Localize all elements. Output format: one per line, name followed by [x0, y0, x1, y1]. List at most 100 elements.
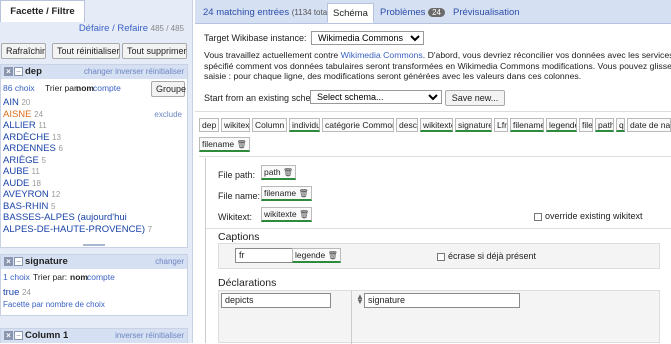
trash-icon[interactable]: 🗑	[237, 140, 247, 149]
choice-count: 5	[41, 155, 46, 165]
caption-language-input[interactable]: fr	[235, 248, 293, 263]
minimize-icon[interactable]: −	[14, 67, 23, 76]
sort-label: Trier par:	[33, 272, 68, 282]
wikibase-instance-select[interactable]: Wikimedia Commons	[311, 31, 424, 45]
caption-value-chip[interactable]: legende 🗑	[292, 248, 341, 263]
column-pill-lfr[interactable]: Lfr	[494, 118, 508, 132]
choice-name[interactable]: AIN	[3, 97, 19, 108]
choice-name[interactable]: true	[3, 287, 19, 298]
undo-redo-label[interactable]: Défaire / Refaire	[79, 23, 148, 34]
column-pill-wikitexte[interactable]: wikitexte	[420, 118, 453, 132]
wikimedia-commons-link[interactable]: Wikimedia Commons	[341, 50, 423, 60]
facet-choice[interactable]: ARDÈCHE 13	[1, 132, 187, 144]
tab-facet-filter[interactable]: Facette / Filtre	[0, 0, 85, 22]
reorder-handle-icon[interactable]: ▲ ▼	[356, 293, 364, 306]
facet-choice[interactable]: ARDENNES 6	[1, 143, 187, 155]
facet-choice[interactable]: AUDE 18	[1, 178, 187, 190]
choice-name[interactable]: ALPES-DE-HAUTE-PROVENCE)	[3, 224, 145, 235]
tab-matching-entries[interactable]: 24 matching entrées (1134 total)	[198, 3, 337, 23]
choice-name[interactable]: BASSES-ALPES (aujourd'hui	[3, 212, 127, 223]
invert-link[interactable]: inverser	[115, 67, 143, 76]
close-icon[interactable]: ×	[4, 331, 13, 340]
column-pill-column1[interactable]: Column 1	[252, 118, 287, 132]
override-wikitext-option[interactable]: override existing wikitext	[534, 211, 643, 221]
trash-icon[interactable]: 🗑	[283, 168, 293, 177]
column-pill-filename[interactable]: filename	[510, 118, 544, 132]
facet-column1-header: × − Column 1 inverser réinitialiser	[1, 329, 187, 343]
trash-icon[interactable]: 🗑	[299, 210, 309, 219]
choice-name[interactable]: BAS-RHIN	[3, 201, 48, 212]
reset-all-button[interactable]: Tout réinitialiser	[52, 43, 120, 59]
invert-link[interactable]: inverser	[115, 331, 143, 340]
minimize-icon[interactable]: −	[14, 257, 23, 266]
exclude-link[interactable]: exclude	[154, 110, 182, 119]
column-pill-path[interactable]: path	[595, 118, 614, 132]
tab-problems[interactable]: Problèmes 24	[375, 3, 450, 23]
minimize-icon[interactable]: −	[14, 331, 23, 340]
overwrite-checkbox[interactable]	[437, 252, 445, 261]
sort-by-name[interactable]: nom	[76, 83, 94, 93]
facet-choice[interactable]: AVEYRON 12	[1, 189, 187, 201]
sort-by-name[interactable]: nom	[70, 272, 88, 282]
facet-choice[interactable]: ALPES-DE-HAUTE-PROVENCE) 7	[1, 224, 187, 236]
facet-choice[interactable]: ARIÈGE 5	[1, 155, 187, 167]
facet-choice[interactable]: AIN 20	[1, 97, 187, 109]
close-icon[interactable]: ×	[4, 257, 13, 266]
facet-choice[interactable]: true 24	[1, 287, 187, 299]
choice-name[interactable]: AUDE	[3, 178, 29, 189]
wikitext-chip[interactable]: wikitexte 🗑	[261, 207, 313, 222]
value-input[interactable]: signature	[364, 293, 520, 308]
intro-line-1: Vous travaillez actuellement contre Wiki…	[204, 50, 671, 61]
remove-all-button[interactable]: Tout supprimer	[122, 43, 187, 59]
reset-link[interactable]: réinitialiser	[146, 331, 184, 340]
facet-choice[interactable]: AUBE 11	[1, 166, 187, 178]
divider	[351, 291, 352, 344]
column-pill-dep[interactable]: dep	[199, 118, 219, 132]
undo-redo-link[interactable]: Défaire / Refaire 485 / 485	[79, 23, 184, 34]
column-pill-wikitext[interactable]: wikitext	[221, 118, 250, 132]
tab-preview[interactable]: Prévisualisation	[448, 3, 525, 23]
overwrite-option[interactable]: écrase si déjà présent	[437, 251, 536, 261]
group-button[interactable]: Groupe	[151, 81, 186, 97]
column-pill-q[interactable]: q	[616, 118, 625, 132]
trash-icon[interactable]: 🗑	[299, 189, 309, 198]
override-checkbox[interactable]	[534, 212, 542, 221]
refresh-button[interactable]: Rafraîchir	[1, 43, 46, 59]
column-pill-desc[interactable]: desc	[396, 118, 418, 132]
close-icon[interactable]: ×	[4, 67, 13, 76]
column-pill-categorie[interactable]: catégorie Commons	[322, 118, 394, 132]
choice-name[interactable]: ALLIER	[3, 120, 36, 131]
sort-by-count[interactable]: compte	[87, 272, 115, 282]
tab-schema[interactable]: Schéma	[327, 3, 374, 23]
trash-icon[interactable]: 🗑	[328, 251, 338, 260]
sort-by-count[interactable]: compte	[93, 83, 121, 93]
divider	[206, 228, 671, 229]
column-pill-signature[interactable]: signature	[455, 118, 492, 132]
schema-select[interactable]: Select schema...	[310, 90, 442, 104]
choice-name[interactable]: AUBE	[3, 166, 29, 177]
choice-name[interactable]: ARDÈCHE	[3, 132, 49, 143]
change-link[interactable]: changer	[84, 67, 113, 76]
reset-link[interactable]: réinitialiser	[146, 67, 184, 76]
resize-handle[interactable]	[83, 244, 105, 246]
column-pill-file[interactable]: file	[579, 118, 593, 132]
save-new-button[interactable]: Save new...	[445, 90, 505, 106]
file-path-chip[interactable]: path 🗑	[261, 165, 297, 180]
column-pill-legende[interactable]: legende	[546, 118, 577, 132]
choice-name[interactable]: ARIÈGE	[3, 155, 39, 166]
filename-chip[interactable]: filename 🗑	[199, 137, 250, 152]
facet-choice[interactable]: BASSES-ALPES (aujourd'hui	[1, 212, 187, 224]
matching-count[interactable]: 24 matching entrées	[203, 7, 289, 18]
property-input[interactable]: depicts	[221, 293, 331, 308]
facet-choice[interactable]: ALLIER 11	[1, 120, 187, 132]
facet-by-count-link[interactable]: Facette par nombre de choix	[1, 300, 187, 309]
problems-label[interactable]: Problèmes	[380, 7, 425, 18]
column-pill-date[interactable]: date de nais	[627, 118, 671, 132]
choice-name[interactable]: ARDENNES	[3, 143, 56, 154]
facet-choice[interactable]: BAS-RHIN 5	[1, 201, 187, 213]
choice-name[interactable]: AISNE	[3, 109, 32, 120]
choice-name[interactable]: AVEYRON	[3, 189, 49, 200]
change-link[interactable]: changer	[155, 257, 184, 266]
column-pill-individu[interactable]: individu	[289, 118, 320, 132]
file-name-chip[interactable]: filename 🗑	[261, 186, 312, 201]
